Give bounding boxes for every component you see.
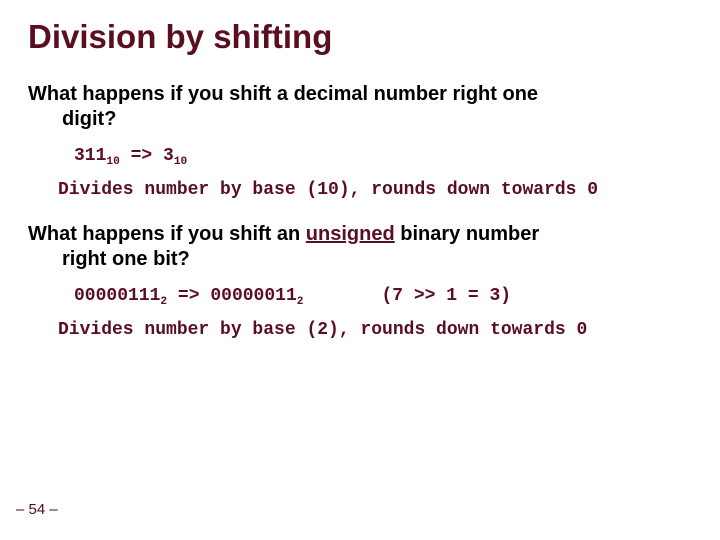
ex2-paren: (7 >> 1 = 3) <box>381 286 511 306</box>
ex2-before-base: 2 <box>160 296 167 308</box>
ex1-after-value: 3 <box>163 146 174 166</box>
description-binary: Divides number by base (2), rounds down … <box>58 320 692 340</box>
slide-title: Division by shifting <box>28 18 692 56</box>
q2-unsigned: unsigned <box>306 223 395 245</box>
ex1-before-base: 10 <box>106 156 119 168</box>
ex2-arrow: => <box>167 286 210 306</box>
q2-line2: right one bit? <box>28 247 692 272</box>
ex2-before-value: 00000111 <box>74 286 160 306</box>
q2-pre: What happens if you shift an <box>28 223 306 245</box>
q1-line2: digit? <box>28 107 692 132</box>
ex1-arrow: => <box>120 146 163 166</box>
ex2-after-base: 2 <box>297 296 304 308</box>
q2-post1: binary number <box>395 223 539 245</box>
slide: Division by shifting What happens if you… <box>0 0 720 540</box>
q1-line1: What happens if you shift a decimal numb… <box>28 83 538 105</box>
description-decimal: Divides number by base (10), rounds down… <box>58 180 692 200</box>
ex1-after-base: 10 <box>174 156 187 168</box>
page-number: – 54 – <box>16 501 58 518</box>
ex2-after-value: 00000011 <box>210 286 296 306</box>
example-binary-shift: 000001112 => 000000112(7 >> 1 = 3) <box>74 286 692 306</box>
question-binary: What happens if you shift an unsigned bi… <box>28 222 692 272</box>
ex1-before-value: 311 <box>74 146 106 166</box>
question-decimal: What happens if you shift a decimal numb… <box>28 82 692 132</box>
example-decimal-shift: 31110 => 310 <box>74 146 692 166</box>
